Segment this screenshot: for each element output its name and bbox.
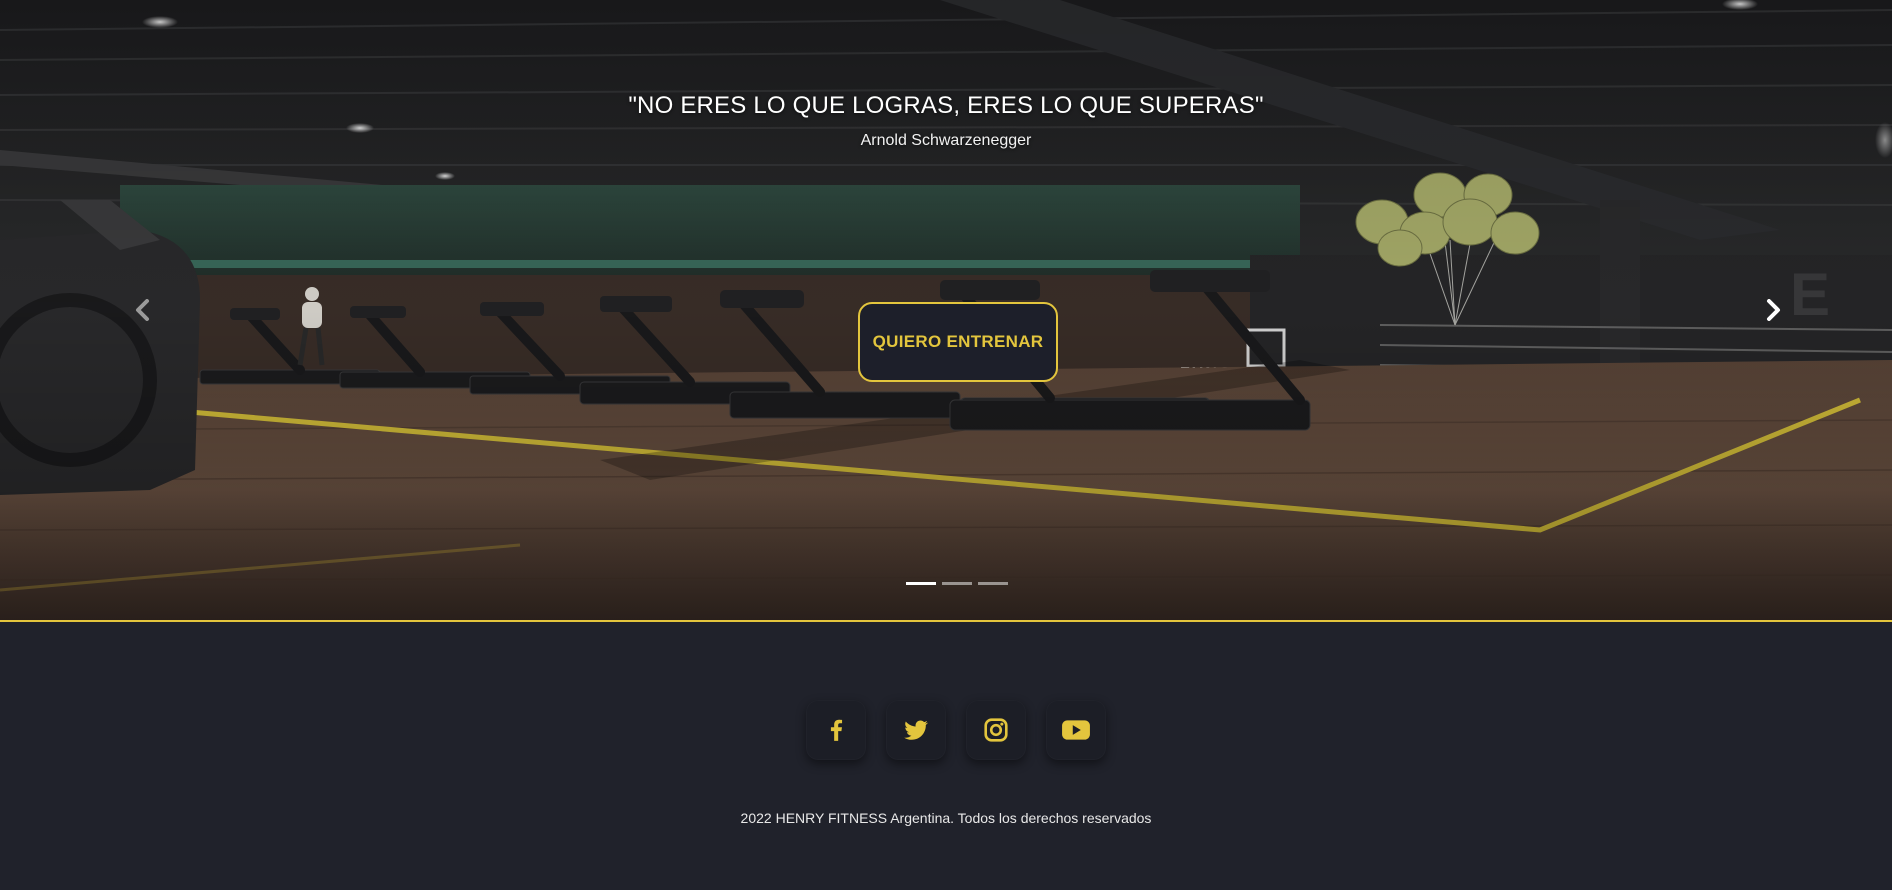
carousel-indicator-1[interactable] bbox=[906, 582, 936, 585]
twitter-link[interactable] bbox=[886, 700, 946, 760]
instagram-link[interactable] bbox=[966, 700, 1026, 760]
chevron-left-icon bbox=[136, 299, 149, 321]
chevron-right-icon bbox=[1767, 299, 1780, 321]
footer: 2022 HENRY FITNESS Argentina. Todos los … bbox=[0, 622, 1892, 890]
carousel-indicators bbox=[906, 582, 1008, 585]
carousel-indicator-3[interactable] bbox=[978, 582, 1008, 585]
twitter-icon bbox=[904, 720, 929, 740]
hero-carousel: FUNCTIONAL bbox=[0, 0, 1892, 620]
facebook-link[interactable] bbox=[806, 700, 866, 760]
youtube-icon bbox=[1062, 720, 1090, 740]
copyright-text: 2022 HENRY FITNESS Argentina. Todos los … bbox=[740, 810, 1152, 826]
quote-author: Arnold Schwarzenegger bbox=[860, 132, 1032, 149]
facebook-icon bbox=[830, 719, 843, 741]
carousel-indicator-2[interactable] bbox=[942, 582, 972, 585]
hero-quote: "NO ERES LO QUE LOGRAS, ERES LO QUE SUPE… bbox=[628, 92, 1264, 119]
youtube-link[interactable] bbox=[1046, 700, 1106, 760]
carousel-next-button[interactable] bbox=[1758, 295, 1788, 325]
carousel-prev-button[interactable] bbox=[128, 295, 158, 325]
instagram-icon bbox=[984, 718, 1008, 742]
social-links bbox=[806, 700, 1106, 760]
quiero-entrenar-button[interactable]: QUIERO ENTRENAR bbox=[858, 302, 1058, 382]
